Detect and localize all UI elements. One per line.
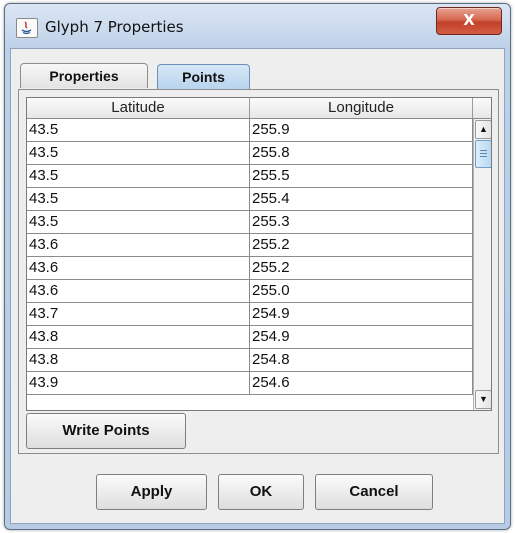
grip-line <box>480 150 487 151</box>
table-row[interactable]: 43.5 255.5 <box>27 165 473 188</box>
column-header-latitude[interactable]: Latitude <box>27 98 250 118</box>
points-panel: Latitude Longitude 43.5 255.9 43.5 255.8 4… <box>18 89 499 454</box>
apply-button[interactable]: Apply <box>96 474 207 510</box>
table-row[interactable]: 43.6 255.0 <box>27 280 473 303</box>
table-row[interactable]: 43.8 254.9 <box>27 326 473 349</box>
latitude-cell[interactable]: 43.8 <box>27 326 250 348</box>
latitude-cell[interactable]: 43.5 <box>27 142 250 164</box>
longitude-cell[interactable]: 254.8 <box>250 349 473 371</box>
arrow-down-icon[interactable]: ▼ <box>475 390 491 409</box>
table-row[interactable]: 43.5 255.9 <box>27 119 473 142</box>
table-corner <box>473 98 491 119</box>
latitude-cell[interactable]: 43.5 <box>27 119 250 141</box>
latitude-cell[interactable]: 43.5 <box>27 165 250 187</box>
table-row[interactable]: 43.6 255.2 <box>27 234 473 257</box>
longitude-cell[interactable]: 254.9 <box>250 303 473 325</box>
longitude-cell[interactable]: 255.4 <box>250 188 473 210</box>
longitude-cell[interactable]: 254.9 <box>250 326 473 348</box>
ok-button[interactable]: OK <box>218 474 304 510</box>
latitude-cell[interactable]: 43.6 <box>27 257 250 279</box>
table-row[interactable]: 43.8 254.8 <box>27 349 473 372</box>
scroll-thumb[interactable] <box>475 140 491 168</box>
longitude-cell[interactable]: 254.6 <box>250 372 473 394</box>
write-points-button[interactable]: Write Points <box>26 413 186 449</box>
cancel-button[interactable]: Cancel <box>315 474 433 510</box>
column-header-longitude[interactable]: Longitude <box>250 98 473 118</box>
longitude-cell[interactable]: 255.0 <box>250 280 473 302</box>
points-table: Latitude Longitude 43.5 255.9 43.5 255.8 4… <box>26 97 492 411</box>
longitude-cell[interactable]: 255.3 <box>250 211 473 233</box>
longitude-cell[interactable]: 255.2 <box>250 257 473 279</box>
vertical-scrollbar[interactable]: ▲ ▼ <box>473 119 491 410</box>
longitude-cell[interactable]: 255.9 <box>250 119 473 141</box>
latitude-cell[interactable]: 43.5 <box>27 188 250 210</box>
table-row[interactable]: 43.5 255.3 <box>27 211 473 234</box>
latitude-cell[interactable]: 43.8 <box>27 349 250 371</box>
table-row[interactable]: 43.5 255.4 <box>27 188 473 211</box>
latitude-cell[interactable]: 43.5 <box>27 211 250 233</box>
java-icon <box>16 18 38 38</box>
arrow-up-icon[interactable]: ▲ <box>475 120 491 139</box>
dialog-content: Properties Points Latitude Longitude 43.… <box>10 48 505 524</box>
table-row[interactable]: 43.7 254.9 <box>27 303 473 326</box>
longitude-cell[interactable]: 255.2 <box>250 234 473 256</box>
latitude-cell[interactable]: 43.6 <box>27 234 250 256</box>
table-row[interactable]: 43.6 255.2 <box>27 257 473 280</box>
table-body: 43.5 255.9 43.5 255.8 43.5 255.5 43.5 255.4 … <box>27 119 473 410</box>
tab-properties[interactable]: Properties <box>20 63 148 88</box>
longitude-cell[interactable]: 255.8 <box>250 142 473 164</box>
table-header: Latitude Longitude <box>27 98 473 119</box>
dialog-window: Glyph 7 Properties X Properties Points L… <box>4 3 511 530</box>
latitude-cell[interactable]: 43.9 <box>27 372 250 394</box>
latitude-cell[interactable]: 43.7 <box>27 303 250 325</box>
longitude-cell[interactable]: 255.5 <box>250 165 473 187</box>
grip-line <box>480 156 487 157</box>
title-bar[interactable]: Glyph 7 Properties X <box>5 4 510 52</box>
window-title: Glyph 7 Properties <box>45 18 184 36</box>
close-button[interactable]: X <box>436 7 502 35</box>
table-row[interactable]: 43.5 255.8 <box>27 142 473 165</box>
grip-line <box>480 153 487 154</box>
table-row[interactable]: 43.9 254.6 <box>27 372 473 395</box>
latitude-cell[interactable]: 43.6 <box>27 280 250 302</box>
tab-points[interactable]: Points <box>157 64 250 89</box>
